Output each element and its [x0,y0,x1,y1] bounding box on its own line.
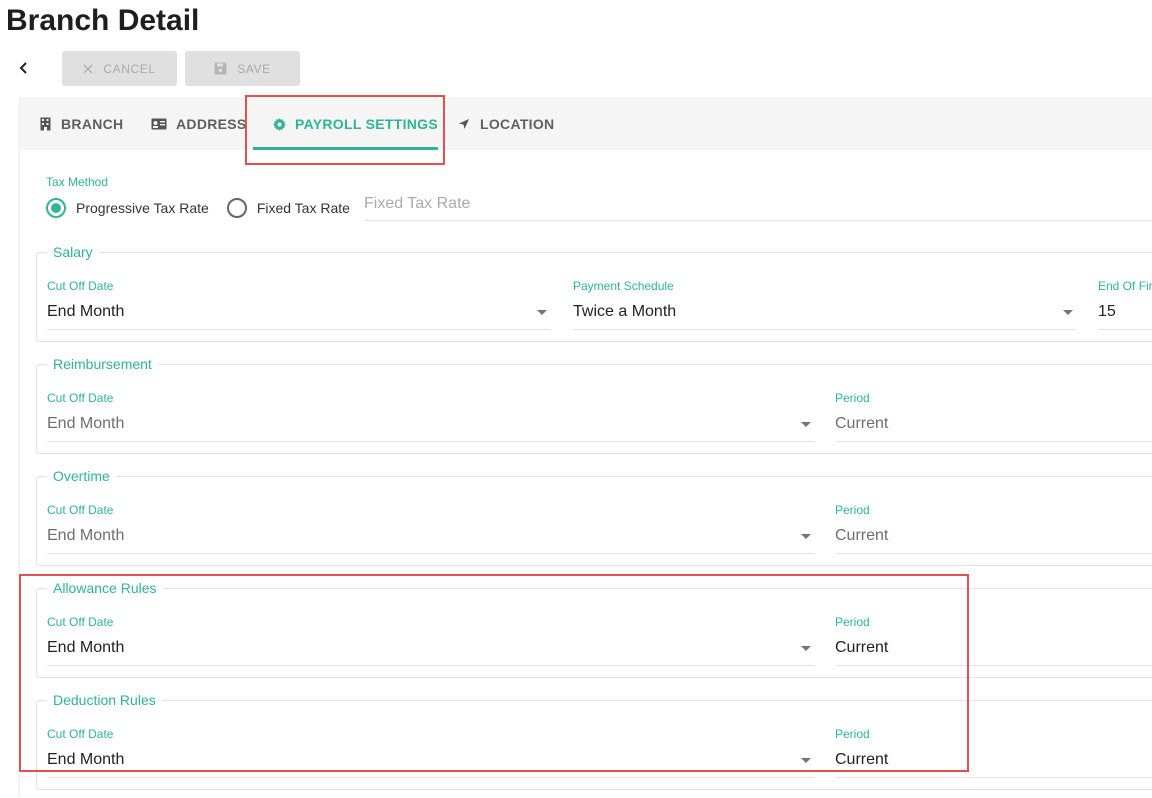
overtime-section: Overtime Cut Off Date End Month Period C… [36,468,1152,566]
deduction-rules-section: Deduction Rules Cut Off Date End Month P… [36,692,1152,790]
active-tab-indicator [253,147,438,150]
end-of-first-input[interactable]: 15 [1098,299,1152,330]
cutoff-date-label: Cut Off Date [47,391,114,405]
reimbursement-section: Reimbursement Cut Off Date End Month Per… [36,356,1152,454]
period-select[interactable]: Current [835,411,1152,442]
cutoff-date-value: End Month [47,751,125,768]
section-title: Overtime [53,468,110,484]
chevron-left-icon [19,62,27,74]
dropdown-arrow-icon [801,646,811,651]
save-button[interactable]: SAVE [185,51,300,86]
location-arrow-icon [457,117,471,131]
dropdown-arrow-icon [801,758,811,763]
tab-bar: BRANCH ADDRESS PAYROLL SETTINGS LOCATION [20,98,1152,150]
id-card-icon [151,117,167,131]
cutoff-date-label: Cut Off Date [47,279,114,293]
dropdown-arrow-icon [801,534,811,539]
page-title: Branch Detail [6,4,200,37]
cutoff-date-select[interactable]: End Month [47,747,815,778]
cutoff-date-label: Cut Off Date [47,503,114,517]
period-label: Period [835,391,870,405]
cutoff-date-label: Cut Off Date [47,727,114,741]
cutoff-date-label: Cut Off Date [47,615,114,629]
cutoff-date-value: End Month [47,303,125,320]
fixed-tax-label: Fixed Tax Rate [256,200,350,216]
tab-label: PAYROLL SETTINGS [295,116,439,132]
save-label: SAVE [237,61,271,76]
progressive-tax-label: Progressive Tax Rate [76,200,209,216]
section-title: Reimbursement [53,356,152,372]
section-title: Allowance Rules [53,580,157,596]
save-icon [214,62,227,75]
period-label: Period [835,615,870,629]
period-label: Period [835,727,870,741]
period-label: Period [835,503,870,517]
fixed-tax-rate-input[interactable]: Fixed Tax Rate [364,194,1152,221]
cutoff-date-select[interactable]: End Month [47,523,815,554]
cutoff-date-select[interactable]: End Month [47,635,815,666]
salary-section: Salary Cut Off Date End Month Payment Sc… [36,244,1152,342]
back-button[interactable] [12,56,36,80]
close-icon [83,64,93,73]
tab-label: BRANCH [61,116,124,132]
cancel-button[interactable]: CANCEL [62,51,177,86]
tab-address[interactable]: ADDRESS [151,98,247,150]
fixed-tax-radio[interactable] [226,198,247,218]
building-icon [38,117,52,131]
gear-icon [272,117,286,131]
end-of-first-label: End Of Fir [1098,279,1152,293]
tax-method-label: Tax Method [46,175,109,189]
payment-schedule-value: Twice a Month [573,303,677,320]
cutoff-date-value: End Month [47,415,125,432]
payment-schedule-label: Payment Schedule [573,279,674,293]
allowance-rules-section: Allowance Rules Cut Off Date End Month P… [36,580,1152,678]
dropdown-arrow-icon [801,422,811,427]
cutoff-date-value: End Month [47,527,125,544]
tab-label: LOCATION [480,116,555,132]
tab-payroll-settings[interactable]: PAYROLL SETTINGS [272,98,438,150]
period-select[interactable]: Current [835,635,1152,666]
cancel-label: CANCEL [103,61,156,76]
dropdown-arrow-icon [1063,310,1073,315]
cutoff-date-select[interactable]: End Month [47,299,551,330]
section-title: Salary [53,244,93,260]
tab-label: ADDRESS [176,116,247,132]
tax-method-radio-group: Progressive Tax Rate Fixed Tax Rate [46,198,350,218]
tab-location[interactable]: LOCATION [457,98,554,150]
payment-schedule-select[interactable]: Twice a Month [573,299,1077,330]
period-select[interactable]: Current [835,747,1152,778]
progressive-tax-radio[interactable] [46,198,66,218]
dropdown-arrow-icon [537,310,547,315]
cutoff-date-select[interactable]: End Month [47,411,815,442]
branch-detail-card: BRANCH ADDRESS PAYROLL SETTINGS LOCATION… [20,98,1152,798]
section-title: Deduction Rules [53,692,156,708]
cutoff-date-value: End Month [47,639,125,656]
period-select[interactable]: Current [835,523,1152,554]
tab-branch[interactable]: BRANCH [38,98,123,150]
